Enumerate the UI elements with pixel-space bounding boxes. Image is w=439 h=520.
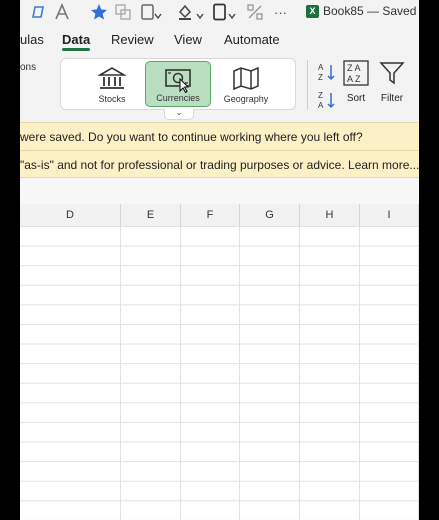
sort-za-icon: Z A: [318, 91, 335, 110]
tab-automate[interactable]: Automate: [224, 32, 280, 47]
column-gridline: [418, 226, 419, 520]
workbook-title: X Book85 — Saved: [306, 4, 416, 18]
recovery-message: were saved. Do you want to continue work…: [20, 130, 363, 144]
column-header-i[interactable]: I: [360, 204, 419, 226]
tab-data[interactable]: Data: [62, 32, 90, 47]
column-gridline: [299, 226, 300, 520]
column-header-g[interactable]: G: [240, 204, 300, 226]
svg-text:A: A: [318, 63, 324, 72]
disclaimer-message[interactable]: "as-is" and not for professional or trad…: [20, 158, 419, 172]
column-gridline: [180, 226, 181, 520]
excel-icon: X: [306, 4, 319, 18]
truncated-ribbon-label: ons: [20, 62, 37, 73]
data-types-expand-button[interactable]: ⌄: [164, 109, 194, 120]
column-gridline: [239, 226, 240, 520]
column-header-d[interactable]: D: [20, 204, 121, 226]
bank-icon: [97, 67, 127, 89]
svg-text:Z A: Z A: [347, 63, 361, 73]
column-gridline: [359, 226, 360, 520]
chevron-down-icon[interactable]: [228, 6, 236, 26]
tab-review[interactable]: Review: [111, 32, 154, 47]
excel-window: ··· X Book85 — Saved ulas Data Review Vi…: [20, 0, 419, 520]
stocks-label: Stocks: [98, 94, 126, 104]
svg-text:Z: Z: [318, 73, 323, 82]
tab-view[interactable]: View: [174, 32, 202, 47]
filter-icon: [379, 62, 405, 85]
filter-button[interactable]: Filter: [377, 60, 407, 104]
map-icon: [233, 66, 259, 91]
sort-icon: Z A A Z: [343, 60, 369, 86]
data-types-gallery: Stocks Currencies Geography: [60, 58, 296, 110]
geography-label: Geography: [223, 94, 269, 104]
star-icon[interactable]: [90, 2, 108, 22]
currencies-label: Currencies: [156, 93, 200, 103]
quick-access-toolbar: ··· X Book85 — Saved: [20, 0, 419, 24]
recovery-message-bar: were saved. Do you want to continue work…: [20, 122, 419, 150]
chevron-down-icon[interactable]: [154, 6, 162, 26]
percent-format-icon[interactable]: [246, 2, 264, 22]
more-options-icon[interactable]: ···: [274, 2, 287, 22]
fill-color-icon[interactable]: [176, 2, 194, 22]
formula-bar-area: [20, 178, 419, 205]
column-header-e[interactable]: E: [121, 204, 181, 226]
active-tab-indicator: [62, 48, 90, 51]
sort-label: Sort: [346, 93, 366, 104]
tab-formulas[interactable]: ulas: [20, 32, 44, 47]
svg-text:A Z: A Z: [347, 74, 361, 84]
currencies-button[interactable]: Currencies: [145, 61, 211, 107]
chevron-down-icon[interactable]: [196, 6, 204, 26]
text-style-icon[interactable]: [54, 2, 70, 22]
svg-text:A: A: [318, 101, 324, 110]
sort-ascending-button[interactable]: A Z: [317, 62, 337, 87]
sort-button[interactable]: Z A A Z Sort: [342, 60, 370, 104]
currency-icon: [165, 69, 191, 93]
data-ribbon: ons Stocks Currencies Geography ⌄ A Z Z …: [20, 54, 419, 120]
column-gridline: [120, 226, 121, 520]
document-icon[interactable]: [212, 2, 228, 22]
stocks-button[interactable]: Stocks: [79, 61, 145, 107]
column-headers: D E F G H I: [20, 204, 419, 227]
geography-button[interactable]: Geography: [213, 61, 279, 107]
filter-label: Filter: [380, 93, 404, 104]
shape-icon[interactable]: [30, 2, 46, 22]
data-disclaimer-bar: "as-is" and not for professional or trad…: [20, 150, 419, 178]
column-header-h[interactable]: H: [300, 204, 360, 226]
column-header-f[interactable]: F: [181, 204, 240, 226]
ribbon-separator: [307, 60, 308, 110]
sort-descending-button[interactable]: Z A: [317, 90, 337, 115]
copy-format-icon[interactable]: [114, 2, 132, 22]
workbook-name: Book85 — Saved: [323, 4, 417, 18]
mouse-cursor-icon: [179, 77, 190, 93]
svg-text:Z: Z: [318, 91, 323, 100]
sort-az-icon: A Z: [318, 63, 335, 82]
